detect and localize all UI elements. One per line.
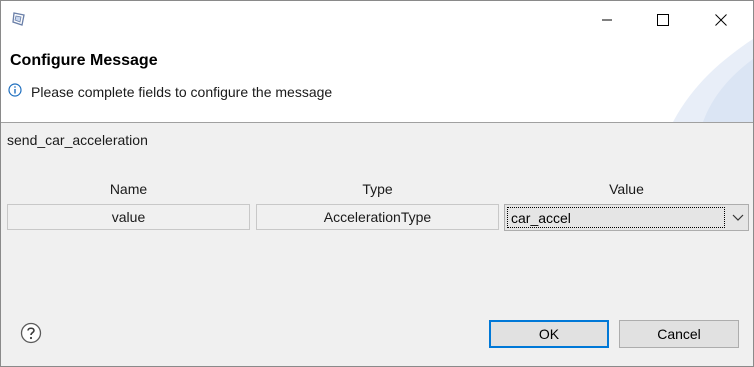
close-button[interactable] <box>698 1 744 39</box>
column-header-name: Name <box>109 181 148 197</box>
close-icon <box>715 14 727 26</box>
field-name-cell: value <box>7 204 250 230</box>
cancel-button[interactable]: Cancel <box>619 320 739 348</box>
page-title: Configure Message <box>10 52 158 69</box>
message-name-label: send_car_acceleration <box>7 132 148 148</box>
dialog-header: Configure Message Please complete fields… <box>1 39 753 123</box>
title-bar <box>1 1 753 39</box>
ok-button[interactable]: OK <box>489 320 609 348</box>
column-header-value: Value <box>609 181 644 197</box>
configure-message-dialog: Configure Message Please complete fields… <box>0 0 754 367</box>
minimize-icon <box>602 19 612 21</box>
field-type-cell: AccelerationType <box>256 204 499 230</box>
eclipse-dialog-icon <box>12 12 25 26</box>
column-header-type: Type <box>362 181 393 197</box>
dialog-subtitle: Please complete fields to configure the … <box>31 84 333 100</box>
header-banner-graphic <box>673 39 753 122</box>
chevron-down-icon <box>732 214 744 221</box>
maximize-icon <box>657 14 669 26</box>
value-dropdown-selected: car_accel <box>507 207 725 228</box>
value-dropdown[interactable]: car_accel <box>504 204 749 231</box>
help-icon[interactable] <box>20 322 42 344</box>
minimize-button[interactable] <box>584 1 630 39</box>
info-icon <box>8 83 22 97</box>
maximize-button[interactable] <box>640 1 686 39</box>
